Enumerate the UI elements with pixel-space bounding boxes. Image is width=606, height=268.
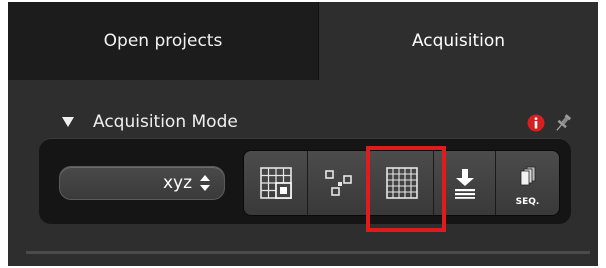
sequence-icon: [520, 166, 535, 186]
mark-and-find-icon: [324, 170, 352, 196]
tab-open-projects-label: Open projects: [103, 31, 223, 51]
pin-icon[interactable]: [552, 112, 574, 134]
acquisition-mode-header[interactable]: Acquisition Mode: [8, 110, 598, 138]
download-stack-icon: [454, 169, 475, 199]
section-divider: [26, 251, 590, 254]
mark-and-find-button[interactable]: [308, 151, 370, 215]
highlight-box: [366, 146, 446, 232]
acquisition-mode-toolbar: xyz SEQ.: [39, 138, 571, 224]
acquisition-panel: Open projects Acquisition Acquisition Mo…: [8, 2, 598, 266]
tile-scan-button[interactable]: [244, 151, 308, 215]
sequence-label: SEQ.: [515, 197, 540, 207]
tab-acquisition[interactable]: Acquisition: [319, 2, 598, 80]
sequence-button[interactable]: SEQ.: [496, 151, 559, 215]
scan-mode-select[interactable]: xyz: [59, 166, 225, 200]
screenshot-frame: Open projects Acquisition Acquisition Mo…: [0, 0, 606, 268]
up-down-arrows-icon: [200, 175, 210, 191]
info-icon[interactable]: [527, 114, 545, 132]
tab-acquisition-label: Acquisition: [411, 31, 506, 51]
scan-mode-value: xyz: [162, 173, 192, 193]
tab-open-projects[interactable]: Open projects: [8, 2, 319, 80]
collapse-triangle-icon[interactable]: [62, 117, 74, 127]
section-title: Acquisition Mode: [93, 112, 238, 132]
tile-scan-icon: [259, 167, 292, 199]
